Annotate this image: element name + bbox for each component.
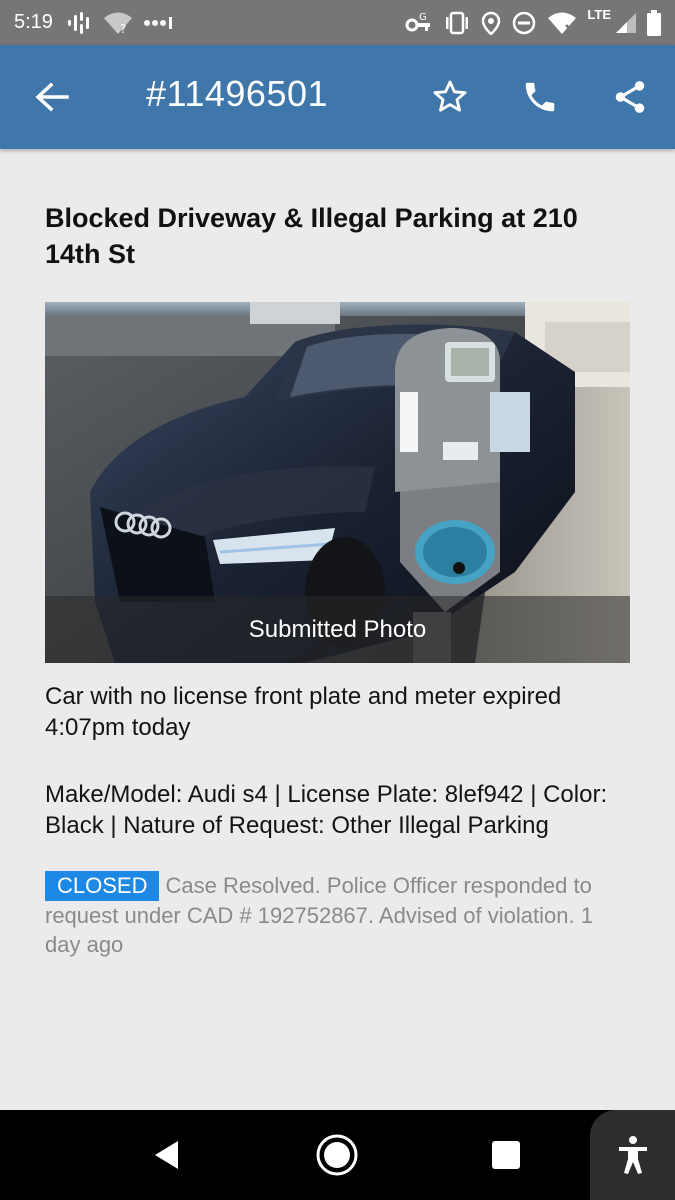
recents-square-icon [492,1141,520,1169]
status-badge: CLOSED [45,871,160,901]
arrow-left-icon [35,82,69,112]
nav-back-button[interactable] [142,1132,192,1178]
back-triangle-icon [155,1141,178,1169]
call-button[interactable] [518,75,562,119]
nav-recents-button[interactable] [481,1132,531,1178]
wifi-question-icon: ? [103,11,133,35]
battery-icon [647,9,661,36]
favorite-button[interactable] [428,75,472,119]
more-dots-icon [143,16,175,30]
app-bar: #11496501 [0,45,675,149]
phone-icon [525,82,555,112]
request-detail: Blocked Driveway & Illegal Parking at 21… [45,200,630,959]
accessibility-button[interactable] [590,1110,675,1200]
share-button[interactable] [608,75,652,119]
home-circle-icon [316,1134,358,1176]
do-not-disturb-icon [511,10,537,36]
status-block: CLOSED Case Resolved. Police Officer resp… [45,871,630,959]
nav-home-button[interactable] [312,1132,362,1178]
status-time: 5:19 [14,11,53,33]
request-title: Blocked Driveway & Illegal Parking at 21… [45,203,578,269]
vpn-key-icon: G [405,11,433,35]
signal-icon [615,12,637,34]
podcast-icon [67,11,93,35]
back-button[interactable] [32,79,72,115]
wifi-x-icon [547,11,577,35]
vibrate-icon [443,11,471,35]
svg-text:G: G [419,12,427,23]
system-nav-bar [0,1110,675,1200]
network-type: LTE [587,7,611,22]
location-icon [481,11,501,35]
share-icon [615,81,645,113]
submitted-photo[interactable]: Submitted Photo [45,302,630,663]
page-title: #11496501 [146,73,329,114]
star-icon [433,80,467,112]
request-description: Car with no license front plate and mete… [45,683,562,741]
status-bar: 5:19 ? G LTE [0,0,675,45]
svg-text:?: ? [120,22,126,35]
photo-caption: Submitted Photo [45,596,630,663]
request-details: Make/Model: Audi s4 | License Plate: 8le… [45,781,608,839]
accessibility-icon [618,1136,647,1174]
